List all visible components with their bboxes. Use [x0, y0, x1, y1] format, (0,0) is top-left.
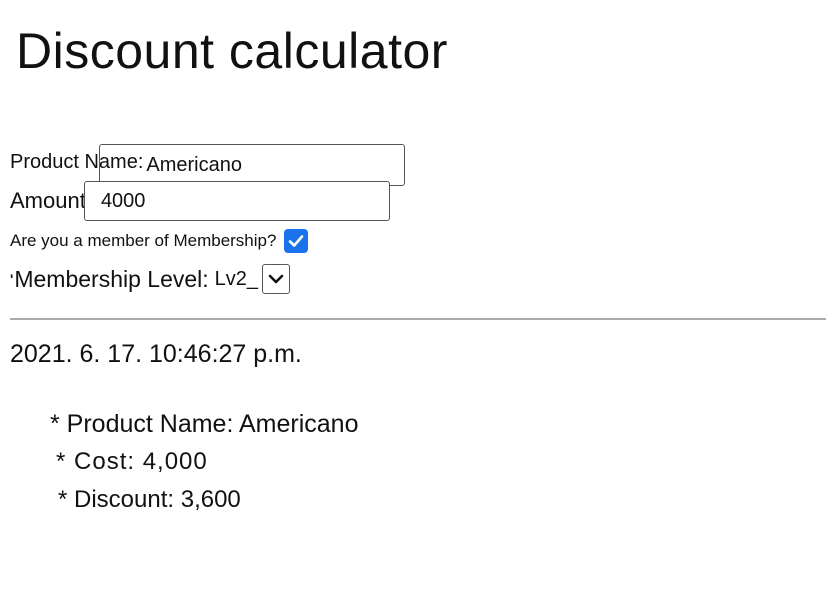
- product-name-row: Product Name:: [10, 138, 406, 186]
- amount-row: Amount:: [10, 181, 390, 221]
- membership-checkbox[interactable]: [284, 229, 309, 253]
- result-cost: * Cost: 4,000: [56, 448, 208, 475]
- chevron-down-icon: [268, 274, 284, 284]
- membership-row: Are you a member of Membership?: [10, 229, 309, 253]
- product-name-input[interactable]: [99, 144, 406, 186]
- membership-question-label: Are you a member of Membership?: [10, 231, 277, 250]
- divider: [10, 318, 826, 320]
- amount-label: Amount:: [10, 188, 92, 213]
- membership-level-row: ' Membership Level: Lv2_: [10, 264, 291, 294]
- result-product-name: * Product Name: Americano: [50, 410, 359, 438]
- amount-input[interactable]: [83, 181, 390, 221]
- membership-level-label: Membership Level:: [14, 265, 209, 292]
- checkmark-icon: [289, 235, 304, 247]
- result-discount: * Discount: 3,600: [58, 486, 241, 513]
- caret-mark: ': [10, 271, 14, 287]
- membership-level-select[interactable]: [262, 264, 291, 294]
- membership-level-value: Lv2_: [214, 267, 259, 290]
- page-title: Discount calculator: [16, 23, 448, 79]
- result-datetime: 2021. 6. 17. 10:46:27 p.m.: [10, 340, 302, 368]
